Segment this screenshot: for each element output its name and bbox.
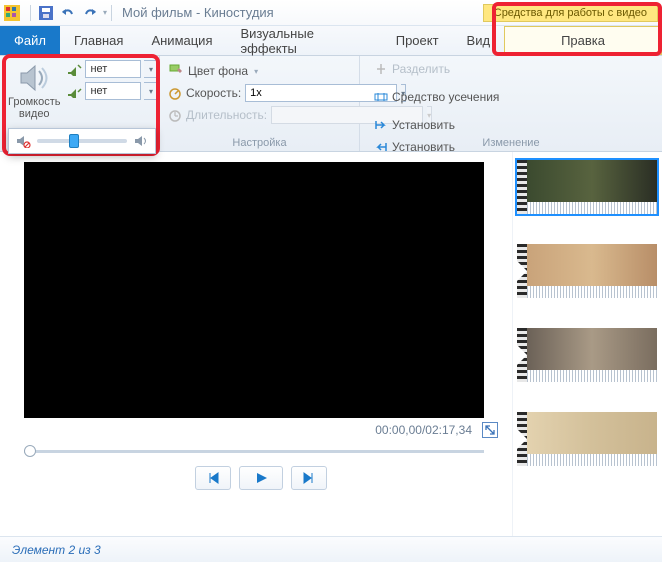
speed-label: Скорость:: [186, 86, 241, 100]
tab-home[interactable]: Главная: [60, 26, 137, 55]
play-button[interactable]: [239, 466, 283, 490]
playback-controls: [24, 466, 498, 490]
fade-out-icon: [66, 84, 82, 98]
contextual-header: Средства для работы с видео: [483, 4, 658, 22]
speaker-icon[interactable]: [14, 60, 54, 96]
timeline-pane: [512, 152, 662, 536]
tab-project[interactable]: Проект: [382, 26, 453, 55]
speaker-max-icon[interactable]: [133, 134, 149, 148]
timecode: 00:00,00/02:17,34: [375, 423, 472, 437]
fade-in-input[interactable]: [85, 60, 141, 78]
qat-dropdown-icon[interactable]: ▾: [103, 8, 107, 17]
volume-slider-popup: [8, 128, 156, 154]
volume-thumb[interactable]: [69, 134, 79, 148]
undo-icon[interactable]: [58, 3, 78, 23]
prev-frame-button[interactable]: [195, 466, 231, 490]
timeline-clip[interactable]: [517, 328, 657, 382]
set-start-button[interactable]: Установить: [368, 116, 654, 134]
fade-out-input[interactable]: [85, 82, 141, 100]
volume-label-1: Громкость: [8, 96, 60, 108]
volume-label-2: видео: [19, 108, 50, 120]
group-label: Настройка: [160, 137, 359, 149]
app-icon: [4, 5, 20, 21]
dropdown-icon[interactable]: ▾: [254, 67, 258, 76]
window-title: Мой фильм - Киностудия: [122, 5, 274, 20]
ribbon-tabs: Файл Главная Анимация Визуальные эффекты…: [0, 26, 662, 56]
save-icon[interactable]: [36, 3, 56, 23]
tab-animation[interactable]: Анимация: [137, 26, 226, 55]
seek-thumb[interactable]: [24, 445, 36, 457]
fade-in-icon: [66, 62, 82, 76]
set-start-icon: [374, 119, 388, 131]
preview-pane: 00:00,00/02:17,34: [0, 152, 512, 536]
tab-view[interactable]: Вид: [453, 26, 505, 55]
group-adjust: Цвет фона ▾ Скорость: ▾ Длительность: ▾ …: [160, 56, 360, 151]
fullscreen-icon[interactable]: [482, 422, 498, 438]
group-label: Изменение: [360, 137, 662, 149]
timeline-clip[interactable]: [517, 160, 657, 214]
tab-file[interactable]: Файл: [0, 26, 60, 55]
content: 00:00,00/02:17,34: [0, 152, 662, 536]
timeline-clip[interactable]: [517, 412, 657, 466]
tab-visual-effects[interactable]: Визуальные эффекты: [226, 26, 381, 55]
bgcolor-label[interactable]: Цвет фона: [188, 64, 248, 78]
timeline-clip[interactable]: [517, 244, 657, 298]
mute-icon[interactable]: [15, 134, 31, 148]
redo-icon[interactable]: [80, 3, 100, 23]
group-edit: Разделить Средство усечения Установить У…: [360, 56, 662, 151]
volume-track[interactable]: [37, 139, 127, 143]
duration-label: Длительность:: [186, 108, 267, 122]
dropdown-icon[interactable]: ▾: [144, 60, 158, 78]
seek-bar[interactable]: [24, 444, 484, 458]
dropdown-icon[interactable]: ▾: [144, 82, 158, 100]
separator: [111, 5, 112, 21]
trim-button[interactable]: Средство усечения: [368, 88, 654, 106]
separator: [30, 5, 31, 21]
paint-icon: [168, 63, 184, 79]
split-button: Разделить: [368, 60, 654, 78]
statusbar: Элемент 2 из 3: [0, 536, 662, 562]
tab-edit[interactable]: Правка: [504, 26, 662, 55]
trim-icon: [374, 90, 388, 104]
video-preview[interactable]: [24, 162, 484, 418]
speed-icon: [168, 85, 182, 101]
next-frame-button[interactable]: [291, 466, 327, 490]
split-icon: [374, 62, 388, 76]
status-text: Элемент 2 из 3: [12, 543, 101, 557]
duration-icon: [168, 107, 182, 123]
titlebar: ▾ Мой фильм - Киностудия Средства для ра…: [0, 0, 662, 26]
